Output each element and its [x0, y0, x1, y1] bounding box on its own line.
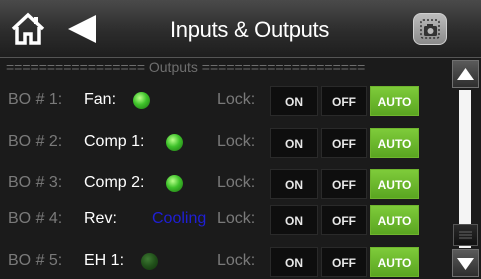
lock-on-button[interactable]: ON — [270, 247, 318, 277]
scroll-thumb[interactable] — [453, 224, 478, 246]
status-led-icon — [133, 92, 150, 109]
output-name: Comp 1: — [84, 133, 145, 150]
output-name: Fan: — [84, 91, 117, 108]
lock-label: Lock: — [217, 133, 256, 150]
lock-label: Lock: — [217, 91, 256, 108]
bo-label: BO # 2: — [8, 133, 63, 150]
outputs-panel: ================= Outputs ==============… — [0, 58, 450, 279]
bo-label: BO # 1: — [8, 91, 63, 108]
section-header-outputs: ================= Outputs ==============… — [6, 59, 366, 75]
chevron-up-icon — [457, 68, 474, 80]
lock-off-button[interactable]: OFF — [321, 205, 367, 235]
bo-label: BO # 5: — [8, 252, 63, 269]
status-led-icon — [166, 175, 183, 192]
lock-off-button[interactable]: OFF — [321, 86, 367, 116]
page-title: Inputs & Outputs — [170, 17, 330, 42]
lock-label: Lock: — [217, 174, 256, 191]
scroll-down-button[interactable] — [452, 249, 479, 277]
home-icon[interactable] — [10, 12, 46, 46]
lock-on-button[interactable]: ON — [270, 205, 318, 235]
lock-auto-button[interactable]: AUTO — [370, 205, 419, 235]
output-row-bo4: BO # 4: Rev: Cooling Lock: ON OFF AUTO — [0, 201, 450, 237]
output-name: EH 1: — [84, 252, 125, 269]
output-name: Comp 2: — [84, 174, 145, 191]
scroll-up-button[interactable] — [452, 60, 479, 88]
output-name: Rev: — [84, 210, 117, 227]
camera-icon[interactable] — [413, 13, 447, 45]
lock-label: Lock: — [217, 252, 256, 269]
lock-on-button[interactable]: ON — [270, 128, 318, 158]
lock-off-button[interactable]: OFF — [321, 247, 367, 277]
bo-label: BO # 4: — [8, 210, 63, 227]
lock-on-button[interactable]: ON — [270, 169, 318, 199]
bo-label: BO # 3: — [8, 174, 63, 191]
lock-auto-button[interactable]: AUTO — [370, 86, 419, 116]
header-bar: Inputs & Outputs — [0, 0, 481, 58]
output-row-bo5: BO # 5: EH 1: Lock: ON OFF AUTO — [0, 243, 450, 279]
lock-label: Lock: — [217, 210, 256, 227]
reversing-valve-state: Cooling — [152, 210, 207, 227]
lock-auto-button[interactable]: AUTO — [370, 169, 419, 199]
output-row-bo1: BO # 1: Fan: Lock: ON OFF AUTO — [0, 82, 450, 118]
status-led-icon — [166, 134, 183, 151]
chevron-down-icon — [457, 258, 474, 270]
output-row-bo2: BO # 2: Comp 1: Lock: ON OFF AUTO — [0, 124, 450, 160]
lock-off-button[interactable]: OFF — [321, 169, 367, 199]
status-led-icon — [141, 253, 158, 270]
scrollbar[interactable] — [450, 58, 481, 279]
lock-off-button[interactable]: OFF — [321, 128, 367, 158]
output-row-bo3: BO # 3: Comp 2: Lock: ON OFF AUTO — [0, 165, 450, 201]
lock-auto-button[interactable]: AUTO — [370, 247, 419, 277]
lock-auto-button[interactable]: AUTO — [370, 128, 419, 158]
grip-icon — [459, 231, 472, 239]
lock-on-button[interactable]: ON — [270, 86, 318, 116]
back-arrow-icon[interactable] — [66, 13, 98, 45]
